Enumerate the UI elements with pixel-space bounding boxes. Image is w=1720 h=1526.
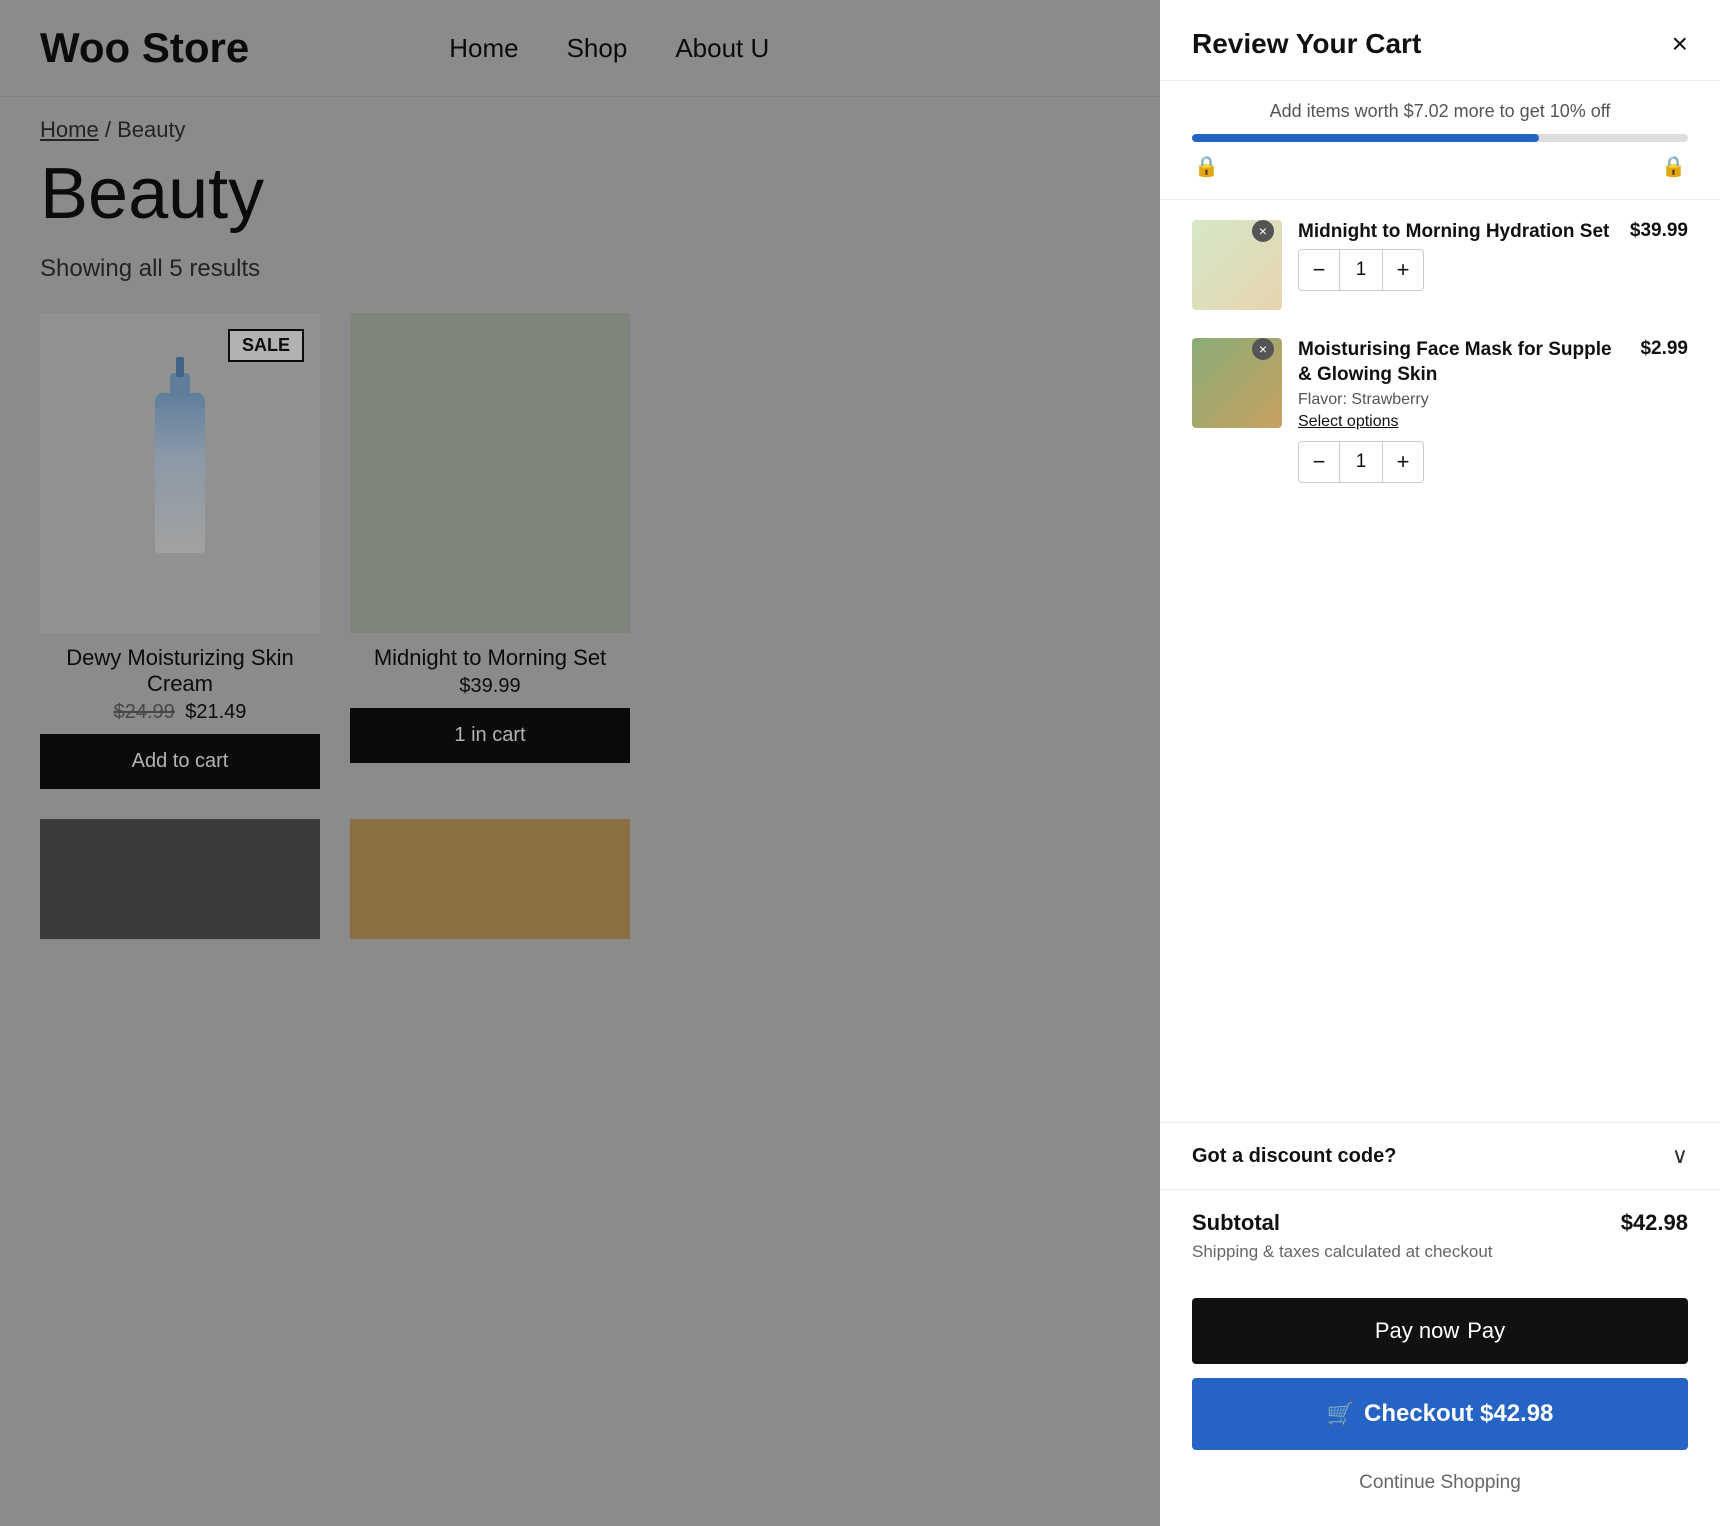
cart-checkout-icon: 🛒 xyxy=(1327,1401,1354,1427)
qty-control-0: − 1 + xyxy=(1298,249,1424,291)
cart-item-details-0: Midnight to Morning Hydration Set − 1 + xyxy=(1298,220,1614,291)
qty-increase-0[interactable]: + xyxy=(1383,250,1423,290)
cart-header: Review Your Cart × xyxy=(1160,0,1720,81)
remove-item-1-button[interactable]: × xyxy=(1252,338,1274,360)
subtotal-amount: $42.98 xyxy=(1621,1210,1688,1236)
cart-item-0: × Midnight to Morning Hydration Set − 1 … xyxy=(1192,220,1688,310)
apple-pay-icon: Pay xyxy=(1467,1318,1505,1344)
cart-item-name-0: Midnight to Morning Hydration Set xyxy=(1298,220,1614,245)
lock-icon-right: 🔒 xyxy=(1661,154,1686,179)
cart-close-button[interactable]: × xyxy=(1672,30,1688,58)
subtotal-section: Subtotal $42.98 Shipping & taxes calcula… xyxy=(1160,1189,1720,1282)
remove-icon-0: × xyxy=(1259,224,1267,238)
qty-decrease-1[interactable]: − xyxy=(1299,442,1339,482)
qty-decrease-0[interactable]: − xyxy=(1299,250,1339,290)
discount-chevron-icon: ∨ xyxy=(1672,1143,1688,1169)
remove-icon-1: × xyxy=(1259,342,1267,356)
cart-panel: Review Your Cart × Add items worth $7.02… xyxy=(1160,0,1720,1526)
cart-item-details-1: Moisturising Face Mask for Supple & Glow… xyxy=(1298,338,1624,483)
checkout-label: Checkout $42.98 xyxy=(1364,1400,1553,1428)
remove-item-0-button[interactable]: × xyxy=(1252,220,1274,242)
progress-icons: 🔒 🔒 xyxy=(1192,154,1688,179)
pay-now-button[interactable]: Pay now Pay xyxy=(1192,1298,1688,1364)
qty-value-1: 1 xyxy=(1339,442,1383,482)
lock-icon-left: 🔒 xyxy=(1194,154,1219,179)
progress-bar-fill xyxy=(1192,134,1539,142)
qty-increase-1[interactable]: + xyxy=(1383,442,1423,482)
discount-label: Got a discount code? xyxy=(1192,1145,1396,1168)
progress-text: Add items worth $7.02 more to get 10% of… xyxy=(1192,101,1688,122)
cart-item-1: × Moisturising Face Mask for Supple & Gl… xyxy=(1192,338,1688,483)
progress-section: Add items worth $7.02 more to get 10% of… xyxy=(1160,81,1720,200)
discount-section[interactable]: Got a discount code? ∨ xyxy=(1160,1122,1720,1189)
progress-bar-wrap xyxy=(1192,134,1688,142)
qty-control-1: − 1 + xyxy=(1298,441,1424,483)
qty-value-0: 1 xyxy=(1339,250,1383,290)
subtotal-row: Subtotal $42.98 xyxy=(1192,1210,1688,1236)
select-options-link-1[interactable]: Select options xyxy=(1298,413,1624,431)
continue-shopping-button[interactable]: Continue Shopping xyxy=(1192,1464,1688,1502)
cart-item-price-1: $2.99 xyxy=(1640,338,1688,360)
subtotal-label: Subtotal xyxy=(1192,1210,1280,1236)
cart-item-price-0: $39.99 xyxy=(1630,220,1688,242)
cart-item-name-1: Moisturising Face Mask for Supple & Glow… xyxy=(1298,338,1624,387)
cart-buttons: Pay now Pay 🛒 Checkout $42.98 Continue S… xyxy=(1160,1282,1720,1526)
subtotal-note: Shipping & taxes calculated at checkout xyxy=(1192,1242,1688,1262)
checkout-button[interactable]: 🛒 Checkout $42.98 xyxy=(1192,1378,1688,1450)
pay-now-label: Pay now xyxy=(1375,1318,1459,1344)
cart-items: × Midnight to Morning Hydration Set − 1 … xyxy=(1160,200,1720,1122)
cart-item-meta-1: Flavor: Strawberry xyxy=(1298,391,1624,409)
cart-title: Review Your Cart xyxy=(1192,28,1421,60)
